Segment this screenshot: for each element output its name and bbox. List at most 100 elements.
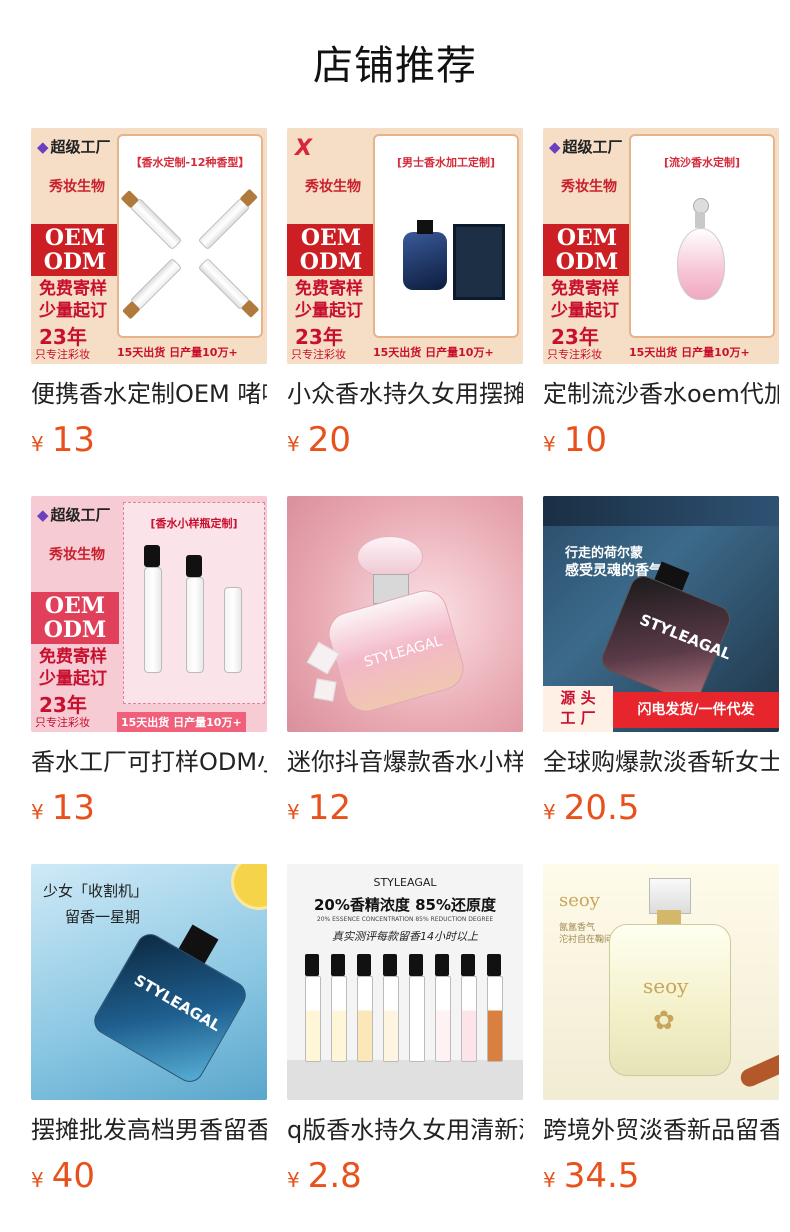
bottle-cap <box>417 220 433 234</box>
factory-logo: ◆ 超级工厂 <box>549 136 623 157</box>
shipping-banner: 闪电发货/一件代发 <box>613 692 779 728</box>
promo-line: 免费寄样 <box>551 279 619 299</box>
price-value: 20.5 <box>563 788 640 828</box>
product-name: 摆摊批发高档男香留香持久 <box>31 1116 267 1144</box>
lemon-image <box>231 864 267 910</box>
currency-symbol: ¥ <box>287 800 300 824</box>
wood-stick <box>737 1048 779 1090</box>
vial-image <box>383 976 399 1062</box>
diamond-icon: ◆ <box>549 138 561 156</box>
product-price: ¥12 <box>287 788 523 828</box>
brand-sub: 秀妆生物 <box>305 179 361 195</box>
product-price: ¥13 <box>31 788 267 828</box>
focus-text: 只专注彩妆 <box>547 348 602 361</box>
delivery-text: 15天出货 日产量10万+ <box>117 712 246 732</box>
oem-badge: OEM ODM <box>287 224 375 276</box>
product-panel: [流沙香水定制] <box>629 134 775 338</box>
product-card[interactable]: seoy 氤氲香气 沱衬自在鞠间 seoy ✿ 跨境外贸淡香新品留香持久 ¥34… <box>543 864 779 1232</box>
vial-image <box>435 976 451 1062</box>
vial-image <box>186 577 204 673</box>
product-name: 迷你抖音爆款香水小样 <box>287 748 523 776</box>
product-name: 全球购爆款淡香斩女士香水 <box>543 748 779 776</box>
promo-line: 免费寄样 <box>39 647 107 667</box>
headline-text: 20%香精浓度 85%还原度 <box>313 896 497 914</box>
vial-image <box>120 190 183 251</box>
vial-cap <box>383 954 397 976</box>
vial-cap <box>409 954 423 976</box>
promo-line: 免费寄样 <box>295 279 363 299</box>
delivery-text: 15天出货 日产量10万+ <box>117 346 238 359</box>
product-price: ¥2.8 <box>287 1156 523 1196</box>
display-stand <box>287 1060 523 1100</box>
product-card[interactable]: X 秀妆生物 OEM ODM 免费寄样 少量起订 23年 只专注彩妆 15天出货 日… <box>287 128 523 496</box>
currency-symbol: ¥ <box>543 1168 556 1192</box>
promo-line: 少量起订 <box>295 301 363 321</box>
logo-text: 超级工厂 <box>562 138 623 156</box>
flower-icon: ✿ <box>653 1006 675 1036</box>
diamond-icon: ◆ <box>37 138 49 156</box>
price-value: 34.5 <box>563 1156 640 1196</box>
review-text: 真实测评每款留香14小时以上 <box>332 930 478 943</box>
bottle-cap <box>649 878 691 914</box>
product-card[interactable]: STYLEAGAL 迷你抖音爆款香水小样 ¥12 <box>287 496 523 864</box>
bottle-label: seoy <box>643 974 689 998</box>
vial-image <box>357 976 373 1062</box>
price-value: 13 <box>51 788 95 828</box>
delivery-text: 15天出货 日产量10万+ <box>629 346 750 359</box>
brand-sub: 秀妆生物 <box>561 179 617 195</box>
oem-badge: OEM ODM <box>543 224 631 276</box>
oem-text: OEM <box>300 225 362 251</box>
product-price: ¥13 <box>31 420 267 460</box>
odm-text: ODM <box>43 249 107 275</box>
bottle-image <box>403 232 447 290</box>
product-grid: ◆ 超级工厂 秀妆生物 OEM ODM 免费寄样 少量起订 23年 只专注彩妆 15天… <box>31 128 779 1232</box>
product-price: ¥20 <box>287 420 523 460</box>
product-thumbnail: 行走的荷尔蒙 感受灵魂的香气 STYLEAGAL 源 头 工 厂 闪电发货/一件… <box>543 496 779 732</box>
focus-text: 只专注彩妆 <box>35 348 90 361</box>
oem-text: OEM <box>556 225 618 251</box>
promo-lines: 免费寄样 少量起订 <box>39 278 107 322</box>
vial-image <box>305 976 321 1062</box>
delivery-text: 15天出货 日产量10万+ <box>373 346 494 359</box>
source-tag: 源 头 工 厂 <box>543 686 613 732</box>
price-value: 10 <box>563 420 607 460</box>
vial-image <box>409 976 425 1062</box>
product-thumbnail: ◆ 超级工厂 秀妆生物 OEM ODM 免费寄样 少量起订 23年 只专注彩妆 15天… <box>543 128 779 364</box>
product-card[interactable]: STYLEAGAL 20%香精浓度 85%还原度 20% ESSENCE CON… <box>287 864 523 1232</box>
vial-image <box>122 257 183 320</box>
promo-lines: 免费寄样 少量起订 <box>551 278 619 322</box>
product-price: ¥40 <box>31 1156 267 1196</box>
currency-symbol: ¥ <box>543 432 556 456</box>
product-card[interactable]: ◆ 超级工厂 秀妆生物 OEM ODM 免费寄样 少量起订 23年 只专注彩妆 15天… <box>31 496 267 864</box>
vial-image <box>487 976 503 1062</box>
factory-logo: ◆ 超级工厂 <box>37 136 111 157</box>
brand-logo: X <box>295 136 312 161</box>
promo-lines: 免费寄样 少量起订 <box>295 278 363 322</box>
vial-cap <box>331 954 345 976</box>
product-card[interactable]: 行走的荷尔蒙 感受灵魂的香气 STYLEAGAL 源 头 工 厂 闪电发货/一件… <box>543 496 779 864</box>
vial-cap <box>357 954 371 976</box>
price-value: 2.8 <box>307 1156 362 1196</box>
oem-badge: OEM ODM <box>31 224 119 276</box>
product-card[interactable]: 少女「收割机」 留香一星期 STYLEAGAL 摆摊批发高档男香留香持久 ¥40 <box>31 864 267 1232</box>
product-name: 跨境外贸淡香新品留香持久 <box>543 1116 779 1144</box>
vial-cap <box>487 954 501 976</box>
product-name: 小众香水持久女用摆摊批发 <box>287 380 523 408</box>
product-card[interactable]: ◆ 超级工厂 秀妆生物 OEM ODM 免费寄样 少量起订 23年 只专注彩妆 15天… <box>543 128 779 496</box>
headline-text: 留香一星期 <box>65 908 141 926</box>
factory-logo: ◆ 超级工厂 <box>37 504 111 525</box>
tagline-text: 沱衬自在鞠间 <box>559 935 614 945</box>
promo-line: 少量起订 <box>551 301 619 321</box>
panel-title: 【香水定制-12种香型】 <box>130 156 250 169</box>
product-thumbnail: STYLEAGAL <box>287 496 523 732</box>
focus-text: 只专注彩妆 <box>291 348 346 361</box>
promo-line: 少量起订 <box>39 301 107 321</box>
vial-cap <box>144 545 160 567</box>
currency-symbol: ¥ <box>31 432 44 456</box>
product-name: 定制流沙香水oem代加工 <box>543 380 779 408</box>
headline-text: 行走的荷尔蒙 <box>565 546 644 561</box>
vial-image <box>144 567 162 673</box>
product-card[interactable]: ◆ 超级工厂 秀妆生物 OEM ODM 免费寄样 少量起订 23年 只专注彩妆 15天… <box>31 128 267 496</box>
headline-text: 少女「收割机」 <box>43 882 149 900</box>
currency-symbol: ¥ <box>31 1168 44 1192</box>
